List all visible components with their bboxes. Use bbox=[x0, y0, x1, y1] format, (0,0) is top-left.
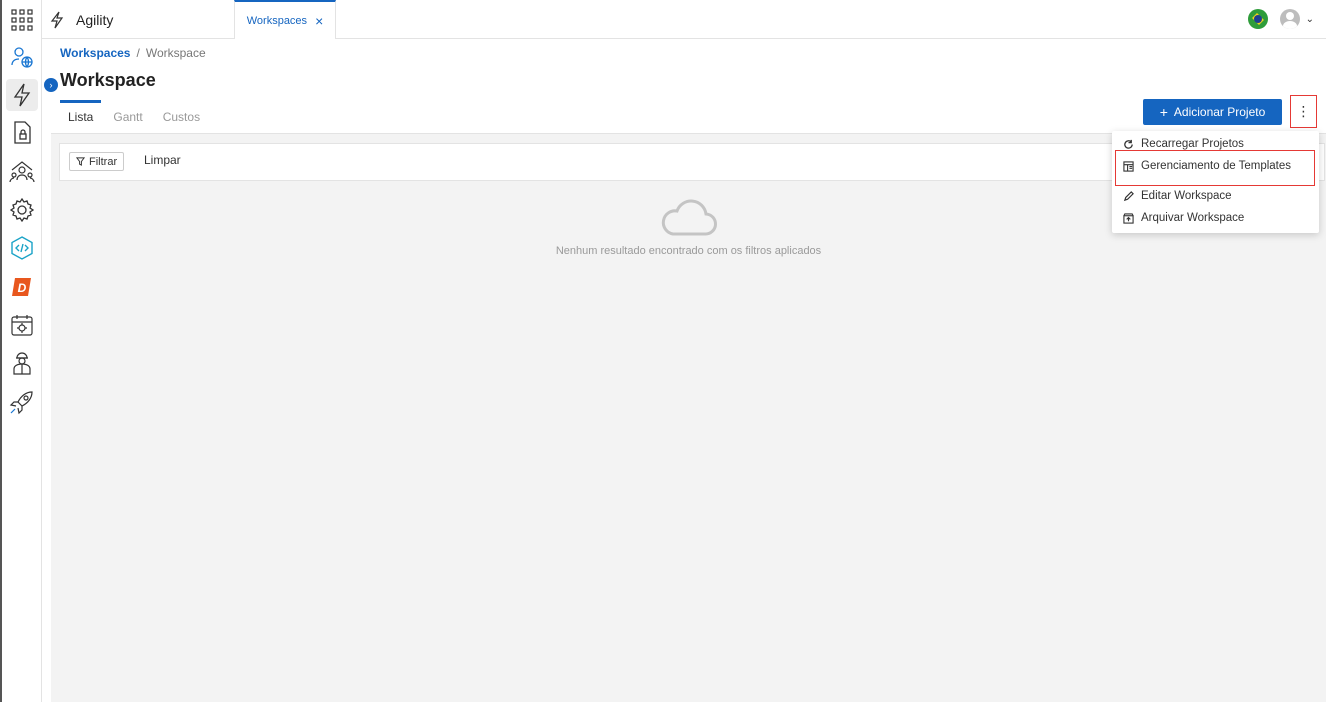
close-icon[interactable]: × bbox=[315, 14, 323, 28]
chevron-down-icon[interactable]: ⌄ bbox=[1306, 14, 1314, 25]
d-logo-icon[interactable]: D bbox=[6, 271, 38, 303]
expand-sidebar-button[interactable]: › bbox=[44, 78, 58, 92]
filter-icon bbox=[76, 157, 85, 166]
app-name: Agility bbox=[76, 11, 114, 28]
rocket-icon[interactable] bbox=[6, 386, 38, 418]
sidebar: D bbox=[2, 0, 42, 702]
page-title: Workspace bbox=[60, 70, 156, 90]
tab-workspaces[interactable]: Workspaces × bbox=[234, 0, 336, 39]
tab-lista[interactable]: Lista bbox=[60, 100, 102, 130]
menu-item-label: Editar Workspace bbox=[1141, 190, 1232, 202]
tab-gantt[interactable]: Gantt bbox=[105, 100, 150, 130]
add-project-button[interactable]: + Adicionar Projeto bbox=[1143, 99, 1282, 125]
lightning-icon[interactable] bbox=[6, 79, 38, 111]
code-hexagon-icon[interactable] bbox=[6, 232, 38, 264]
breadcrumb-current: Workspace bbox=[145, 46, 206, 60]
calendar-gear-icon[interactable] bbox=[6, 309, 38, 341]
tab-custos[interactable]: Custos bbox=[155, 100, 208, 130]
add-project-label: Adicionar Projeto bbox=[1173, 105, 1266, 119]
lightning-icon bbox=[50, 11, 64, 28]
pencil-icon bbox=[1122, 190, 1134, 202]
user-area: ⌄ bbox=[1247, 9, 1314, 29]
breadcrumb-separator: / bbox=[136, 46, 140, 60]
options-menu: Recarregar Projetos Gerenciamento de Tem… bbox=[1112, 131, 1319, 233]
clear-filters-button[interactable]: Limpar bbox=[144, 153, 181, 167]
refresh-icon bbox=[1122, 138, 1134, 150]
breadcrumb: Workspaces / Workspace bbox=[60, 46, 206, 60]
user-globe-icon[interactable] bbox=[6, 41, 38, 73]
settings-gear-icon[interactable] bbox=[6, 194, 38, 226]
menu-item-template-management[interactable]: Gerenciamento de Templates bbox=[1122, 157, 1291, 175]
empty-state-message: Nenhum resultado encontrado com os filtr… bbox=[555, 245, 822, 257]
menu-item-edit-workspace[interactable]: Editar Workspace bbox=[1122, 187, 1232, 205]
top-bar: Agility Workspaces × ⌄ bbox=[42, 0, 1326, 39]
avatar[interactable] bbox=[1279, 9, 1300, 29]
view-tabs: Lista Gantt Custos bbox=[60, 100, 212, 130]
filter-label: Filtrar bbox=[89, 155, 118, 168]
archive-icon bbox=[1122, 212, 1134, 224]
menu-item-label: Gerenciamento de Templates bbox=[1141, 160, 1292, 172]
brazil-flag-icon[interactable] bbox=[1247, 9, 1268, 29]
document-lock-icon[interactable] bbox=[6, 117, 38, 149]
cloud-icon bbox=[661, 199, 717, 236]
apps-grid-icon[interactable] bbox=[6, 4, 38, 36]
more-options-button[interactable]: ⋮ bbox=[1290, 95, 1317, 128]
engineer-icon[interactable] bbox=[6, 347, 38, 379]
menu-item-label: Recarregar Projetos bbox=[1141, 138, 1244, 150]
svg-text:D: D bbox=[18, 281, 27, 295]
template-icon bbox=[1122, 160, 1134, 172]
filter-button[interactable]: Filtrar bbox=[69, 152, 125, 171]
menu-item-label: Arquivar Workspace bbox=[1141, 212, 1245, 224]
breadcrumb-root-link[interactable]: Workspaces bbox=[60, 46, 130, 60]
menu-item-archive-workspace[interactable]: Arquivar Workspace bbox=[1122, 209, 1244, 227]
menu-item-reload-projects[interactable]: Recarregar Projetos bbox=[1122, 135, 1244, 153]
plus-icon: + bbox=[1159, 104, 1168, 120]
team-icon[interactable] bbox=[6, 156, 38, 188]
app-title[interactable]: Agility bbox=[50, 0, 113, 39]
tab-label: Workspaces bbox=[246, 14, 308, 27]
